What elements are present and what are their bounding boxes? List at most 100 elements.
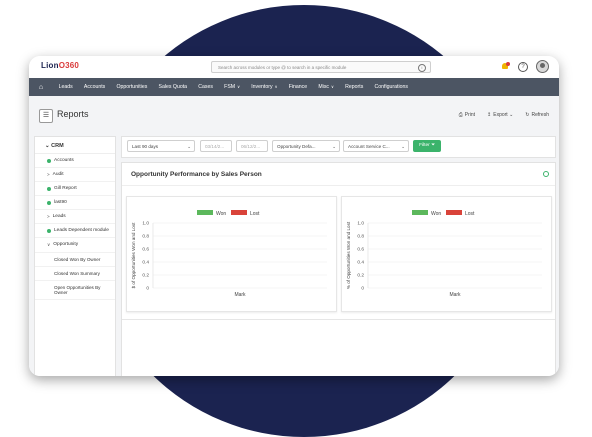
legend-swatch-won [197,210,213,215]
nav-item-sales-quota[interactable]: Sales Quota [153,84,193,90]
status-dot-icon [47,187,51,191]
sidebar-item-accounts[interactable]: Accounts [35,154,115,168]
nav-item-label: Leads [58,84,73,90]
sidebar-subitem[interactable]: Closed Won Summary [35,267,115,281]
user-avatar[interactable] [536,60,549,73]
chart-amount: Won Lost 1.0 0.8 0.6 0.4 0.2 0 $ of Opportunitie… [131,210,327,298]
report-panel: Opportunity Performance by Sales Person … [121,162,556,376]
chart-card-amount: Won Lost 1.0 0.8 0.6 0.4 0.2 0 $ of Opportunitie… [126,196,337,312]
legend-swatch-lost [231,210,247,215]
page-header: ☰ Reports ⎙ Print ↥ Export ⌄ ↻ Refresh [29,96,559,128]
nav-item-label: Reports [345,84,364,90]
nav-item-configurations[interactable]: Configurations [369,84,414,90]
date-from-value: 03/14/2... [205,144,225,149]
legend-label-lost: Lost [250,211,260,217]
chevron-down-icon: ⌄ [332,144,336,149]
chevron-right-icon: > [47,172,50,177]
date-to-input[interactable]: 06/12/2... [236,140,268,152]
search-placeholder: Search across modules or type @ to searc… [218,65,347,70]
nav-item-misc[interactable]: Misc ∨ [313,84,340,90]
page-title: Reports [57,109,89,119]
nav-item-reports[interactable]: Reports [340,84,369,90]
y-tick-label: 0.6 [142,247,149,253]
sidebar-subitem[interactable]: Open Opportunities By Owner [35,281,115,300]
print-button[interactable]: ⎙ Print [459,112,475,118]
nav-item-finance[interactable]: Finance [283,84,313,90]
chevron-down-icon: ⌄ [509,112,514,118]
nav-item-label: Accounts [83,84,106,90]
top-bar: LionO360 Search across modules or type @… [29,56,559,79]
legend-label-won: Won [216,211,226,217]
sidebar-item-leads[interactable]: > Leads [35,210,115,224]
sidebar-subitem[interactable]: Closed Won By Owner [35,253,115,267]
search-input[interactable]: Search across modules or type @ to searc… [211,61,431,73]
nav-item-label: Finance [288,84,308,90]
date-range-value: Last 90 days [132,144,159,149]
y-tick-label: 0.2 [357,273,364,279]
hamburger-menu-icon[interactable]: ☰ [39,109,53,123]
nav-item-label: Sales Quota [158,84,188,90]
logo-suffix: O360 [58,61,80,70]
nav-item-label: Configurations [374,84,408,90]
nav-item-label: Misc [318,84,330,90]
y-axis-label: % of Opportunities Won and Lost [346,221,351,289]
nav-item-opportunities[interactable]: Opportunities [111,84,153,90]
help-icon[interactable]: ? [518,61,528,72]
legend-label-won: Won [431,211,441,217]
y-tick-label: 0.4 [357,260,364,266]
notification-bell-icon[interactable] [500,61,510,72]
divider [122,185,555,186]
print-label: Print [464,112,476,118]
sidebar-item-gill-report[interactable]: Gill Report [35,182,115,196]
y-tick-label: 0.4 [142,260,149,266]
sidebar-item-audit[interactable]: > Audit [35,168,115,182]
legend-swatch-won [412,210,428,215]
y-tick-label: 0 [146,286,149,292]
chevron-right-icon: > [47,214,50,219]
chart-percent: Won Lost 1.0 0.8 0.6 0.4 0.2 0 % of Opportunitie… [346,210,542,298]
date-from-input[interactable]: 03/14/2... [200,140,232,152]
legend-label-lost: Lost [465,211,475,217]
nav-item-label: Cases [198,84,213,90]
header-actions: ⎙ Print ↥ Export ⌄ ↻ Refresh [459,112,549,118]
nav-item-label: Opportunities [116,84,148,90]
refresh-button[interactable]: ↻ Refresh [525,112,549,118]
app-logo[interactable]: LionO360 [41,61,79,70]
export-button[interactable]: ↥ Export ⌄ [487,112,513,118]
status-dot-icon [47,201,51,205]
sidebar-item-opportunity[interactable]: ∨ Opportunity [35,238,115,253]
nav-item-leads[interactable]: Leads [53,84,78,90]
panel-title: Opportunity Performance by Sales Person [131,171,262,178]
y-axis-label: $ of Opportunities Won and Lost [131,222,136,289]
nav-item-inventory[interactable]: Inventory ∨ [246,84,283,90]
sidebar-item-leads-dependent-module[interactable]: Leads Dependent module [35,224,115,238]
home-icon[interactable]: ⌂ [29,84,53,91]
panel-refresh-icon[interactable] [543,171,549,177]
nav-item-label: Inventory [251,84,273,90]
account-select[interactable]: Account Service C... ⌄ [343,140,409,152]
chevron-down-icon: ∨ [274,84,278,89]
x-category-label: Mark [449,292,461,298]
y-tick-label: 0.8 [142,234,149,240]
content-area: ⌄ CRM Accounts > Audit Gill Report last90 > Le… [29,128,559,376]
filter-button[interactable]: Filter ⏷ [413,140,441,152]
reports-sidebar: ⌄ CRM Accounts > Audit Gill Report last90 > Le… [34,136,116,376]
y-tick-label: 0.8 [357,234,364,240]
y-tick-label: 1.0 [142,221,149,227]
chevron-down-icon: ∨ [237,84,241,89]
divider [122,319,555,320]
chevron-down-icon: ⌄ [401,144,405,149]
opportunity-select[interactable]: Opportunity Defa... ⌄ [272,140,340,152]
nav-item-accounts[interactable]: Accounts [78,84,111,90]
date-range-select[interactable]: Last 90 days ⌄ [127,140,195,152]
y-tick-label: 0.2 [142,273,149,279]
filter-bar: Last 90 days ⌄ 03/14/2... 06/12/2... Oppo… [121,136,556,158]
sidebar-item-last90[interactable]: last90 [35,196,115,210]
date-to-value: 06/12/2... [241,144,261,149]
printer-icon: ⎙ [458,112,463,118]
sidebar-item-label: Leads Dependent module [54,228,109,233]
nav-item-cases[interactable]: Cases [193,84,219,90]
info-icon[interactable]: i [418,64,426,72]
sidebar-section-crm[interactable]: ⌄ CRM [35,137,115,154]
nav-item-fsm[interactable]: FSM ∨ [219,84,246,90]
